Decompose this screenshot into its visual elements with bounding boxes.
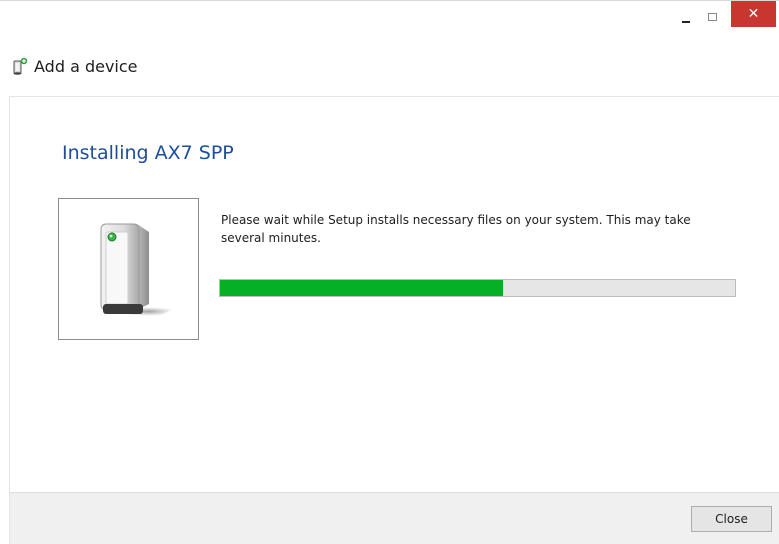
add-device-icon [13, 57, 28, 75]
add-device-window: ✕ Add a device Installing AX7 SPP Please… [0, 0, 779, 544]
status-message: Please wait while Setup installs necessa… [221, 213, 691, 245]
device-tower-icon [100, 223, 177, 316]
close-icon: ✕ [747, 6, 760, 22]
title-bar[interactable]: ✕ [0, 1, 779, 41]
window-header: Add a device [12, 54, 138, 78]
install-progress-bar [219, 279, 736, 297]
footer-bar [9, 492, 779, 544]
minimize-icon [682, 20, 690, 23]
minimize-button[interactable] [673, 1, 699, 32]
window-close-button[interactable]: ✕ [731, 1, 776, 27]
device-image-frame [58, 198, 199, 340]
maximize-button[interactable] [699, 1, 726, 32]
progress-fill [220, 280, 504, 296]
close-button[interactable]: Close [691, 506, 772, 532]
page-title: Installing AX7 SPP [62, 142, 234, 164]
maximize-icon [708, 12, 717, 21]
window-title: Add a device [34, 56, 138, 76]
